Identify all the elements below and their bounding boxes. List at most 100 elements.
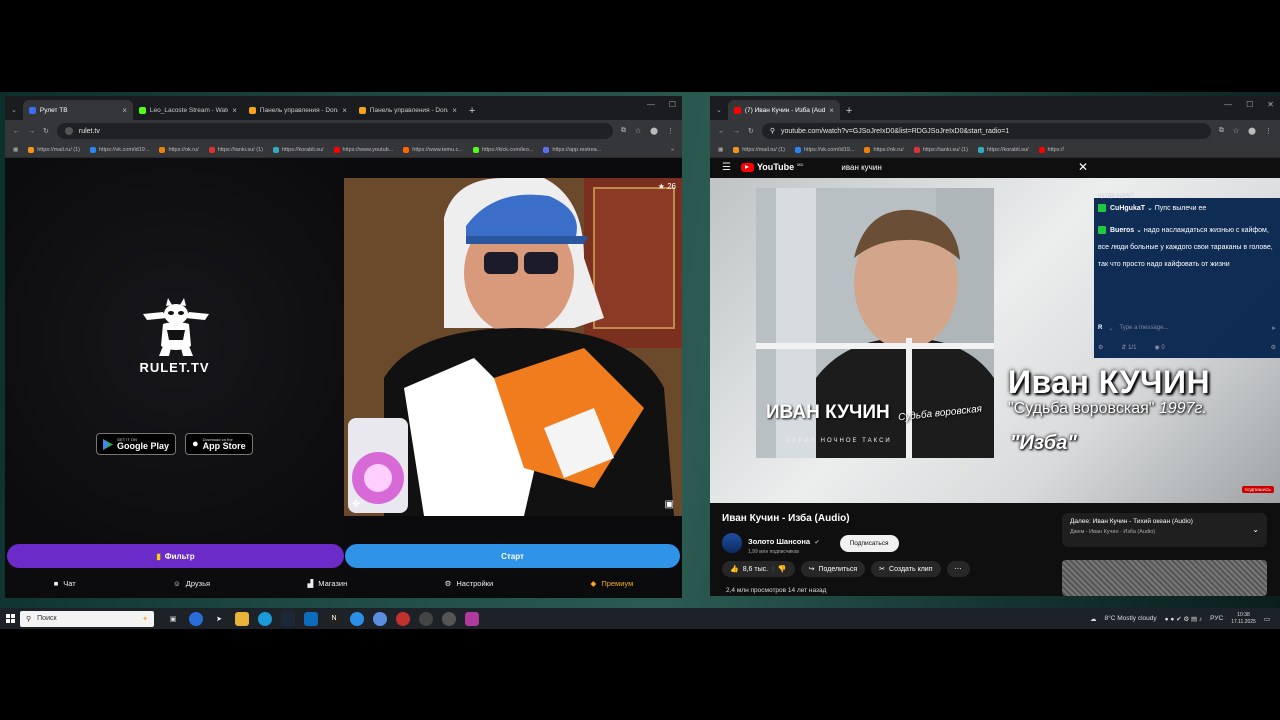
up-next-panel[interactable]: Далее: Иван Кучин - Тихий океан (Audio) … [1062, 513, 1267, 547]
subscribe-watermark[interactable]: ПОДПИШИСЬ [1241, 486, 1274, 493]
close-tab-icon[interactable]: × [122, 106, 127, 115]
extension-icon[interactable]: ⬤ [1248, 127, 1256, 135]
forward-icon[interactable]: → [733, 128, 740, 135]
hamburger-menu-icon[interactable]: ☰ [722, 162, 731, 173]
reload-icon[interactable]: ↻ [748, 127, 754, 135]
chat-username[interactable]: CuHgukaT [1110, 205, 1145, 212]
bookmark-star-icon[interactable]: ☆ [635, 127, 641, 135]
chevron-down-icon[interactable]: ⌄ [1252, 525, 1259, 534]
windows-start-icon[interactable] [0, 614, 20, 623]
notification-icon[interactable]: ▭ [1264, 615, 1270, 623]
chat-app-icon[interactable]: ⚙ [1098, 344, 1103, 351]
nav-shop[interactable]: ▟ Магазин [308, 579, 348, 588]
address-bar[interactable]: ⚲ youtube.com/watch?v=GJSoJreIxD0&list=R… [761, 123, 1211, 139]
arrow-app-icon[interactable]: ➤ [212, 612, 226, 626]
thumbs-down-icon[interactable]: 👎 [778, 565, 787, 573]
send-icon[interactable]: ➤ [1271, 325, 1276, 332]
new-tab-button[interactable]: + [463, 105, 481, 120]
close-tab-icon[interactable]: × [342, 106, 347, 115]
app-store-button[interactable]: ● Download on the App Store [185, 433, 253, 455]
tab-donationalerts-1[interactable]: Панель управления - DonationA... × [243, 100, 353, 120]
close-tab-icon[interactable]: × [829, 106, 834, 115]
tray-icons[interactable]: ● ● ✔ ⚙ ▤ ♪ [1165, 615, 1203, 623]
copilot-icon[interactable] [189, 611, 203, 626]
tab-kick[interactable]: Leo_Lacoste Stream - Watch Le... × [133, 100, 243, 120]
minimize-icon[interactable]: — [1224, 100, 1232, 109]
chat-settings-icon[interactable]: ⚙ [1271, 344, 1276, 351]
bookmark-item[interactable]: https://tanki.su/ (1) [208, 146, 263, 153]
share-button[interactable]: ↪ Поделиться [800, 561, 866, 577]
youtube-logo[interactable]: YouTube MD [740, 162, 803, 172]
bookmark-item[interactable]: https://www.temu.c... [403, 146, 463, 153]
bookmark-item[interactable]: https://kick.com/leo... [473, 146, 533, 153]
maximize-icon[interactable]: ☐ [1246, 100, 1253, 109]
bookmark-item[interactable]: https://ok.ru/ [864, 146, 904, 153]
search-input[interactable]: иван кучин [841, 163, 881, 172]
store-icon[interactable] [304, 611, 318, 626]
more-actions-button[interactable]: ⋯ [946, 561, 970, 577]
nav-chat[interactable]: ■ Чат [54, 579, 76, 588]
bookmark-item[interactable]: https://mail.ru/ (1) [28, 146, 80, 153]
address-bar[interactable]: rulet.tv [56, 123, 613, 139]
minimize-icon[interactable]: — [647, 100, 655, 109]
reload-icon[interactable]: ↻ [43, 127, 49, 135]
menu-dots-icon[interactable]: ⋮ [1265, 127, 1272, 135]
bookmark-item[interactable]: https://www.youtub... [333, 146, 393, 153]
chat-message-input[interactable]: Type a message... [1119, 325, 1265, 331]
bookmark-item[interactable]: https:// [1038, 146, 1064, 153]
bookmark-star-icon[interactable]: ☆ [1233, 127, 1239, 135]
bookmark-item[interactable]: https://mail.ru/ (1) [733, 146, 785, 153]
tab-youtube[interactable]: (7) Иван Кучин - Изба (Audio) × [727, 100, 840, 120]
next-video-thumbnail[interactable] [1062, 560, 1267, 596]
close-search-icon[interactable]: ✕ [1078, 160, 1088, 174]
browser-icon[interactable] [350, 611, 364, 626]
filter-button[interactable]: ▮ Фильтр [7, 544, 344, 568]
bookmark-item[interactable]: https://korabli.su/ [977, 146, 1029, 153]
bookmark-item[interactable]: https://vk.com/id19... [90, 146, 149, 153]
move-icon[interactable]: ✥ [352, 499, 360, 510]
bookmark-item[interactable]: https://vk.com/id19... [795, 146, 854, 153]
apps-grid-icon[interactable]: ▦ [13, 147, 18, 153]
maximize-icon[interactable]: ☐ [669, 100, 676, 109]
tab-list-icon[interactable]: ⌄ [5, 106, 23, 120]
chrome-icon[interactable] [419, 611, 433, 626]
clock[interactable]: 10:38 17.11.2025 [1231, 612, 1256, 626]
start-button[interactable]: Старт [345, 544, 680, 568]
google-play-button[interactable]: GET IT ON Google Play [96, 433, 177, 455]
install-icon[interactable]: ⧉ [621, 127, 626, 135]
chevron-down-icon[interactable]: ⌄ [1108, 325, 1113, 332]
channel-avatar[interactable] [722, 533, 742, 553]
tab-list-icon[interactable]: ⌄ [710, 106, 728, 120]
apps-grid-icon[interactable]: ▦ [718, 147, 723, 153]
nav-settings[interactable]: ⚙ Настройки [445, 579, 494, 588]
menu-dots-icon[interactable]: ⋮ [667, 127, 674, 135]
taskbar-search[interactable]: ⚲ Поиск ✦ [20, 610, 154, 627]
tab-donationalerts-2[interactable]: Панель управления - DonationA... × [353, 100, 463, 120]
new-tab-button[interactable]: + [840, 105, 858, 120]
close-tab-icon[interactable]: × [452, 106, 457, 115]
purple-app-icon[interactable] [465, 611, 479, 626]
chat-username[interactable]: Bueros [1110, 227, 1134, 234]
extension-icon[interactable]: ⬤ [650, 127, 658, 135]
forward-icon[interactable]: → [28, 128, 35, 135]
bookmark-item[interactable]: https://korabli.su/ [272, 146, 324, 153]
camera-icon[interactable]: ▣ [665, 499, 674, 510]
chrome-profile-icon[interactable] [442, 611, 456, 626]
like-button[interactable]: 👍 8,6 тыс. | 👎 [722, 561, 795, 577]
close-window-icon[interactable]: ✕ [1267, 100, 1274, 109]
bluetooth-app-icon[interactable] [373, 611, 387, 626]
subscribe-button[interactable]: Подписаться [839, 534, 899, 552]
nav-friends[interactable]: ☺ Друзья [173, 579, 210, 588]
channel-name[interactable]: Золото Шансона [748, 537, 810, 546]
site-info-icon[interactable] [64, 127, 73, 135]
bookmark-item[interactable]: https://ok.ru/ [159, 146, 199, 153]
steam-icon[interactable] [281, 611, 295, 626]
more-bookmarks-icon[interactable]: » [671, 147, 674, 153]
back-icon[interactable]: ← [13, 128, 20, 135]
install-icon[interactable]: ⧉ [1219, 127, 1224, 135]
recorder-icon[interactable] [396, 611, 410, 626]
bookmark-item[interactable]: https://tanki.su/ (1) [913, 146, 968, 153]
tab-rulet[interactable]: Рулет ТВ × [22, 100, 133, 120]
language-indicator[interactable]: РУС [1210, 615, 1223, 622]
task-view-icon[interactable]: ▣ [166, 612, 180, 626]
